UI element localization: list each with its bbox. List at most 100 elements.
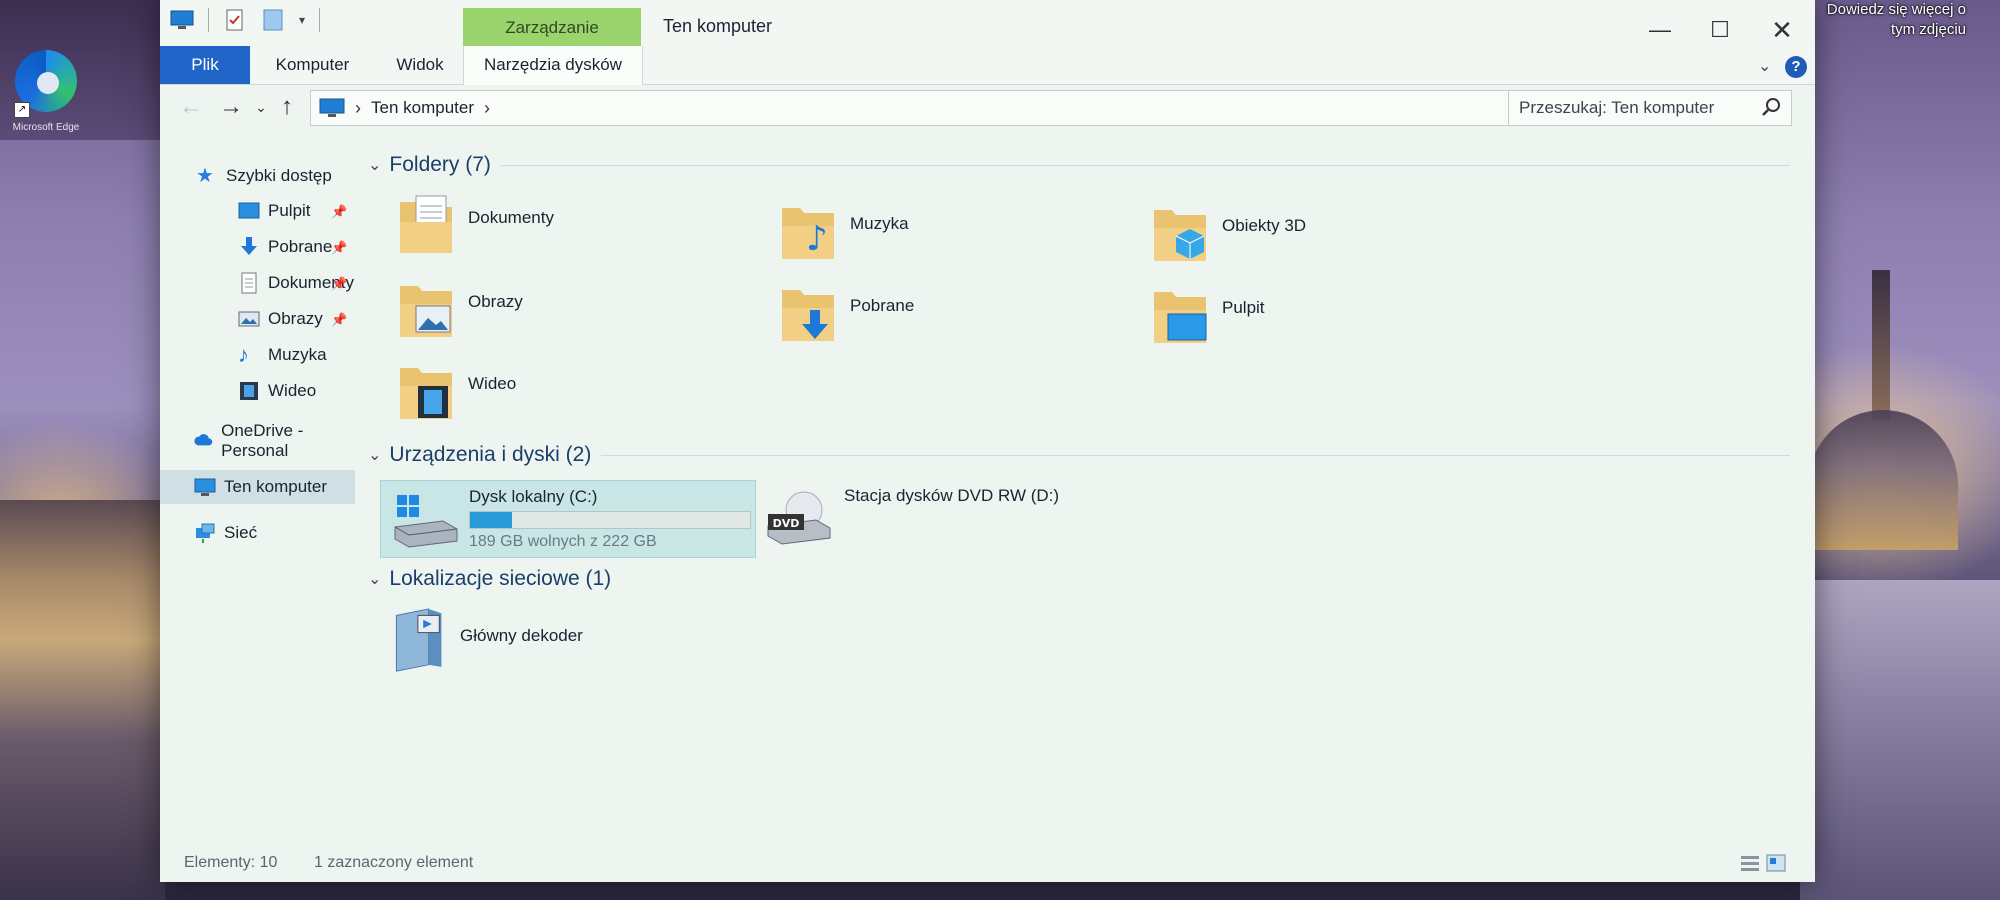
sidebar-item-label: Muzyka (268, 345, 327, 364)
star-icon: ★ (196, 165, 214, 187)
new-folder-icon[interactable] (261, 9, 285, 31)
sidebar-item-pictures[interactable]: Obrazy 📌 (160, 302, 355, 336)
collapse-chevron-icon[interactable]: ⌄ (368, 445, 381, 465)
network-location-decoder[interactable]: Główny dekoder (390, 604, 690, 674)
tab-file[interactable]: Plik (160, 46, 250, 84)
desktop-icon (238, 202, 260, 219)
wallpaper-palace-left (0, 500, 165, 900)
quick-access-toolbar: ▾ (170, 8, 321, 32)
sidebar-item-quick-access[interactable]: ★ Szybki dostęp (160, 159, 355, 193)
group-divider (601, 454, 1790, 456)
drive-tile-c[interactable]: Dysk lokalny (C:) 189 GB wolnych z 222 G… (380, 480, 756, 558)
drive-name: Dysk lokalny (C:) (469, 487, 598, 506)
dvd-badge: DVD (773, 517, 800, 530)
sidebar-item-documents[interactable]: Dokumenty 📌 (160, 266, 355, 300)
group-header-devices[interactable]: ⌄ Urządzenia i dyski (2) (360, 440, 1790, 470)
learn-about-picture-link[interactable]: Dowiedz się więcej o tym zdjęciu (1790, 0, 1966, 48)
folder-tile-3d-objects[interactable]: Obiekty 3D (1152, 200, 1452, 270)
group-title: Foldery (7) (389, 153, 491, 176)
documents-folder-icon (400, 195, 452, 253)
download-icon (241, 237, 257, 255)
tab-computer[interactable]: Komputer (250, 46, 375, 84)
pin-icon[interactable]: 📌 (331, 240, 347, 255)
title-bar: ▾ Zarządzanie Ten komputer — ☐ ✕ (160, 0, 1815, 46)
computer-icon[interactable] (170, 9, 194, 31)
desktop-folder-icon (1154, 292, 1207, 343)
folder-tile-documents[interactable]: Dokumenty (398, 192, 698, 262)
folder-tile-desktop[interactable]: Pulpit (1152, 282, 1452, 352)
search-input[interactable]: Przeszukaj: Ten komputer (1508, 90, 1792, 126)
group-header-folders[interactable]: ⌄ Foldery (7) (360, 150, 1790, 180)
search-placeholder: Przeszukaj: Ten komputer (1519, 98, 1715, 117)
drive-tile-dvd[interactable]: DVD Stacja dysków DVD RW (D:) (760, 480, 1060, 556)
music-icon: ♪ (238, 342, 249, 367)
search-icon[interactable] (1761, 96, 1783, 118)
drive-usage-bar (469, 511, 751, 529)
sidebar-item-label: Szybki dostęp (226, 166, 332, 185)
help-icon[interactable]: ? (1785, 56, 1807, 78)
folder-tile-videos[interactable]: Wideo (398, 358, 698, 428)
ribbon-tabs: Plik Komputer Widok Narzędzia dysków ⌄ ? (160, 46, 1815, 85)
pin-icon[interactable]: 📌 (331, 204, 347, 219)
sidebar-item-onedrive[interactable]: OneDrive - Personal (160, 421, 355, 460)
minimize-button[interactable]: — (1630, 14, 1690, 46)
folder-label: Pobrane (850, 296, 915, 315)
tab-drive-tools[interactable]: Narzędzia dysków (463, 46, 643, 85)
large-icons-view-icon[interactable] (1766, 854, 1786, 872)
tab-view[interactable]: Widok (375, 46, 465, 84)
context-tab-header-manage: Zarządzanie (463, 8, 641, 46)
learn-about-picture-line1: Dowiedz się więcej o (1826, 1, 1966, 18)
expand-ribbon-icon[interactable]: ⌄ (1758, 56, 1771, 76)
cloud-icon (194, 434, 213, 446)
learn-about-picture-line2: tym zdjęciu (1890, 21, 1966, 38)
folder-tile-pictures[interactable]: Obrazy (398, 276, 698, 346)
sidebar-item-label: Ten komputer (224, 477, 327, 496)
desktop-shortcut-edge[interactable]: ↗ Microsoft Edge (6, 50, 86, 150)
collapse-chevron-icon[interactable]: ⌄ (368, 569, 381, 589)
network-icon (196, 523, 215, 543)
sidebar-item-network[interactable]: Sieć (160, 516, 355, 550)
toolbar-divider (319, 8, 321, 32)
details-view-icon[interactable] (1740, 854, 1760, 872)
drive-usage-fill (470, 512, 512, 528)
folder-tile-music[interactable]: ♪ Muzyka (780, 198, 1080, 268)
toolbar-divider (208, 8, 209, 32)
shortcut-arrow-icon: ↗ (14, 102, 30, 118)
sidebar-item-this-pc[interactable]: Ten komputer (160, 470, 355, 504)
back-button[interactable]: ← (174, 90, 208, 124)
svg-text:♪: ♪ (806, 219, 828, 259)
folder-label: Pulpit (1222, 298, 1265, 317)
folder-label: Obiekty 3D (1222, 216, 1307, 235)
group-title: Urządzenia i dyski (2) (389, 443, 592, 466)
window-title: Ten komputer (663, 16, 773, 36)
pin-icon[interactable]: 📌 (331, 312, 347, 327)
sidebar-item-label: Pulpit (268, 201, 311, 220)
3d-objects-folder-icon (1154, 210, 1206, 261)
sidebar-item-music[interactable]: ♪ Muzyka (160, 338, 355, 372)
group-header-network-locations[interactable]: ⌄ Lokalizacje sieciowe (1) (360, 564, 1790, 594)
sidebar-item-videos[interactable]: Wideo (160, 374, 355, 408)
pin-icon[interactable]: 📌 (331, 276, 347, 291)
sidebar-item-label: Sieć (224, 523, 258, 542)
downloads-folder-icon (782, 290, 834, 341)
document-icon (241, 272, 257, 294)
properties-icon[interactable] (223, 9, 247, 31)
desktop-shortcut-label: Microsoft Edge (12, 122, 80, 133)
address-bar[interactable]: › Ten komputer › ⌄ ↻ (310, 90, 1647, 126)
folder-label: Dokumenty (468, 208, 554, 227)
customize-toolbar-icon[interactable]: ▾ (299, 13, 305, 27)
breadcrumb-separator[interactable]: › (484, 98, 490, 119)
forward-button[interactable]: → (214, 90, 248, 124)
close-button[interactable]: ✕ (1752, 14, 1812, 46)
sidebar-item-downloads[interactable]: Pobrane 📌 (160, 230, 355, 264)
computer-icon (194, 478, 216, 496)
breadcrumb-separator[interactable]: › (355, 98, 361, 119)
maximize-button[interactable]: ☐ (1690, 14, 1750, 46)
breadcrumb-this-pc[interactable]: Ten komputer (371, 98, 474, 118)
folder-tile-downloads[interactable]: Pobrane (780, 280, 1080, 350)
up-button[interactable]: ↑ (270, 90, 304, 124)
computer-icon (319, 98, 345, 117)
sidebar-item-desktop[interactable]: Pulpit 📌 (160, 194, 355, 228)
drive-name: Stacja dysków DVD RW (D:) (844, 486, 1060, 505)
collapse-chevron-icon[interactable]: ⌄ (368, 155, 381, 175)
